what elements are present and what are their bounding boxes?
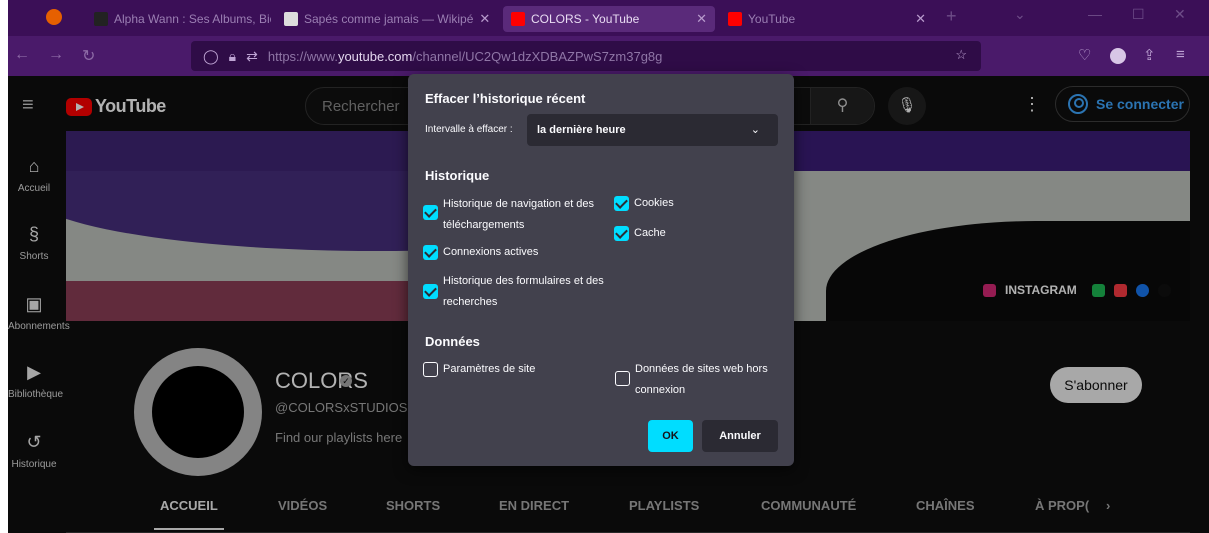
checkbox-active-logins[interactable]: Connexions actives (423, 242, 538, 263)
tab-youtube[interactable]: YouTube ✕ (720, 6, 934, 32)
youtube-favicon-icon (511, 12, 525, 26)
checkbox-site-settings[interactable]: Paramètres de site (423, 359, 535, 380)
minimize-icon[interactable]: — (1088, 6, 1102, 22)
share-icon[interactable]: ⇪ (1143, 46, 1156, 64)
wikipedia-icon (284, 12, 298, 26)
checkbox-label: Paramètres de site (443, 363, 536, 375)
checkbox-browsing-history[interactable]: Historique de navigation et des téléchar… (423, 194, 603, 236)
tab-colors-youtube[interactable]: COLORS - YouTube ✕ (503, 6, 715, 32)
permissions-icon[interactable]: ⇄ (246, 48, 258, 65)
checkbox-label: Connexions actives (443, 246, 539, 258)
checkbox-checked-icon[interactable] (423, 284, 438, 299)
bookmark-star-icon[interactable]: ☆ (955, 47, 967, 63)
youtube-favicon-icon (728, 12, 742, 26)
data-heading: Données (425, 334, 480, 349)
checkbox-label: Cookies (634, 197, 674, 209)
forward-icon[interactable]: → (48, 46, 64, 64)
back-icon[interactable]: ← (14, 46, 30, 64)
checkbox-label: Historique des formulaires et des recher… (443, 275, 604, 308)
url-host: youtube.com (337, 48, 413, 64)
checkbox-checked-icon[interactable] (614, 196, 629, 211)
lock-icon[interactable]: 🔒︎ (229, 48, 236, 65)
checkbox-label: Données de sites web hors connexion (635, 363, 768, 396)
new-tab-icon[interactable]: + (946, 6, 957, 27)
tab-title: Alpha Wann : Ses Albums, Biog (114, 12, 271, 26)
checkbox-form-history[interactable]: Historique des formulaires et des recher… (423, 271, 623, 313)
checkbox-label: Historique de navigation et des téléchar… (443, 198, 595, 231)
extension-icon[interactable] (1110, 48, 1126, 64)
dialog-title: Effacer l’historique récent (425, 91, 586, 106)
tab-list-icon[interactable]: ⌄ (1014, 6, 1026, 23)
checkbox-checked-icon[interactable] (423, 245, 438, 260)
close-icon[interactable]: ✕ (909, 11, 926, 27)
tab-title: YouTube (748, 12, 796, 26)
time-range-value: la dernière heure (537, 124, 626, 136)
clear-history-dialog: Effacer l’historique récent Intervalle à… (408, 74, 794, 466)
checkbox-empty-icon[interactable] (423, 362, 438, 377)
history-heading: Historique (425, 168, 490, 183)
hamburger-menu-icon[interactable]: ≡ (1176, 46, 1185, 63)
checkbox-checked-icon[interactable] (614, 226, 629, 241)
ok-button[interactable]: OK (648, 420, 693, 452)
reload-icon[interactable]: ↻ (82, 46, 95, 66)
close-icon[interactable]: ✕ (473, 11, 490, 27)
checkbox-offline-data[interactable]: Données de sites web hors connexion (615, 359, 780, 401)
maximize-icon[interactable]: ☐ (1132, 6, 1145, 23)
url-path: /channel/UC2Qw1dzXDBAZPwS7zm37g8g (412, 48, 663, 64)
chevron-down-icon: ⌄ (750, 124, 760, 136)
checkbox-cookies[interactable]: Cookies (614, 193, 674, 214)
range-label: Intervalle à effacer : (425, 124, 513, 135)
tab-wikipedia[interactable]: Sapés comme jamais — Wikipé ✕ (276, 6, 496, 32)
close-icon[interactable]: ✕ (690, 11, 707, 27)
time-range-select[interactable]: la dernière heure ⌄ (527, 114, 778, 146)
screen: Alpha Wann : Ses Albums, Biog ✕ Sapés co… (0, 0, 1209, 533)
tab-title: Sapés comme jamais — Wikipé (304, 12, 474, 26)
checkbox-label: Cache (634, 227, 666, 239)
cancel-button[interactable]: Annuler (702, 420, 778, 452)
checkbox-cache[interactable]: Cache (614, 223, 666, 244)
tab-title: COLORS - YouTube (531, 12, 640, 26)
window-close-icon[interactable]: ✕ (1174, 6, 1186, 23)
site-favicon-icon (94, 12, 108, 26)
tab-alpha-wann[interactable]: Alpha Wann : Ses Albums, Biog ✕ (86, 6, 271, 32)
firefox-icon (46, 9, 62, 25)
navigation-bar: ← → ↻ ◯ 🔒︎ ⇄ https://www. youtube.com/cha… (8, 36, 1209, 76)
tab-strip: Alpha Wann : Ses Albums, Biog ✕ Sapés co… (8, 0, 1209, 36)
pocket-icon[interactable]: ♡ (1078, 46, 1091, 64)
url-bar[interactable]: ◯ 🔒︎ ⇄ https://www. youtube.com/channel/U… (191, 41, 981, 71)
url-prefix: https://www. (267, 48, 338, 64)
checkbox-empty-icon[interactable] (615, 371, 630, 386)
checkbox-checked-icon[interactable] (423, 205, 438, 220)
shield-icon[interactable]: ◯ (203, 48, 219, 65)
browser-window: Alpha Wann : Ses Albums, Biog ✕ Sapés co… (8, 0, 1209, 533)
